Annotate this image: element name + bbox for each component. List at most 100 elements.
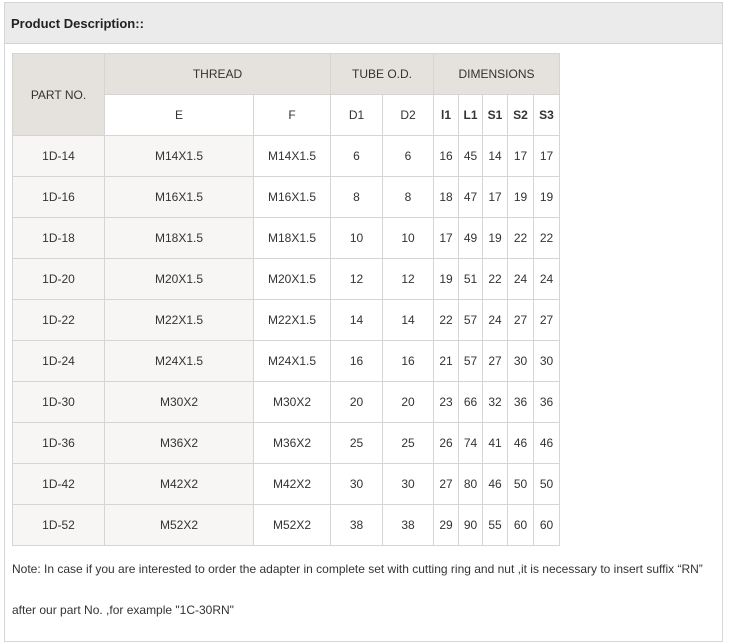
table-row: 1D-42 M42X2 M42X2 30 30 27 80 46 50 50: [12, 463, 560, 505]
s3-cell: 46: [533, 422, 560, 464]
part-no-cell: 1D-42: [12, 463, 105, 505]
note-line-2: after our part No. ,for example "1C-30RN…: [12, 603, 234, 617]
d2-cell: 30: [382, 463, 434, 505]
s2-cell: 36: [507, 381, 534, 423]
table-row: 1D-16 M16X1.5 M16X1.5 8 8 18 47 17 19 19: [12, 176, 560, 218]
section-header: Product Description::: [5, 3, 722, 44]
thread-e-cell: M42X2: [104, 463, 254, 505]
d2-cell: 14: [382, 299, 434, 341]
s2-cell: 30: [507, 340, 534, 382]
thread-e-cell: M52X2: [104, 504, 254, 546]
s3-cell: 36: [533, 381, 560, 423]
s1-cell: 46: [482, 463, 508, 505]
d1-cell: 10: [330, 217, 383, 259]
d2-cell: 25: [382, 422, 434, 464]
s3-cell: 30: [533, 340, 560, 382]
d1-cell: 14: [330, 299, 383, 341]
d2-cell: 12: [382, 258, 434, 300]
s1-cell: 19: [482, 217, 508, 259]
part-no-cell: 1D-18: [12, 217, 105, 259]
s1-cell: 22: [482, 258, 508, 300]
part-no-cell: 1D-30: [12, 381, 105, 423]
d1-cell: 12: [330, 258, 383, 300]
l1-upper-cell: 90: [458, 504, 483, 546]
thread-f-cell: M42X2: [253, 463, 331, 505]
header-thread: THREAD: [104, 53, 331, 95]
thread-f-cell: M36X2: [253, 422, 331, 464]
thread-f-cell: M30X2: [253, 381, 331, 423]
part-no-cell: 1D-52: [12, 504, 105, 546]
s1-cell: 14: [482, 135, 508, 177]
l1-lower-cell: 18: [433, 176, 459, 218]
l1-upper-cell: 45: [458, 135, 483, 177]
d1-cell: 30: [330, 463, 383, 505]
part-no-cell: 1D-14: [12, 135, 105, 177]
l1-upper-cell: 74: [458, 422, 483, 464]
s3-cell: 60: [533, 504, 560, 546]
thread-e-cell: M36X2: [104, 422, 254, 464]
thread-f-cell: M18X1.5: [253, 217, 331, 259]
d2-cell: 10: [382, 217, 434, 259]
part-no-cell: 1D-24: [12, 340, 105, 382]
d1-cell: 8: [330, 176, 383, 218]
l1-lower-cell: 21: [433, 340, 459, 382]
subheader-d1: D1: [330, 94, 383, 136]
part-no-cell: 1D-16: [12, 176, 105, 218]
l1-upper-cell: 51: [458, 258, 483, 300]
table-row: 1D-22 M22X1.5 M22X1.5 14 14 22 57 24 27 27: [12, 299, 560, 341]
subheader-l1-upper: L1: [458, 94, 483, 136]
d1-cell: 16: [330, 340, 383, 382]
s2-cell: 50: [507, 463, 534, 505]
l1-lower-cell: 19: [433, 258, 459, 300]
l1-lower-cell: 22: [433, 299, 459, 341]
subheader-f: F: [253, 94, 331, 136]
d2-cell: 20: [382, 381, 434, 423]
l1-lower-cell: 16: [433, 135, 459, 177]
table-row: 1D-14 M14X1.5 M14X1.5 6 6 16 45 14 17 17: [12, 135, 560, 177]
table-header-row: PART NO. THREAD TUBE O.D. DIMENSIONS: [12, 53, 560, 136]
d2-cell: 16: [382, 340, 434, 382]
s3-cell: 27: [533, 299, 560, 341]
s1-cell: 27: [482, 340, 508, 382]
l1-upper-cell: 57: [458, 299, 483, 341]
thread-e-cell: M20X1.5: [104, 258, 254, 300]
subheader-d2: D2: [382, 94, 434, 136]
d2-cell: 8: [382, 176, 434, 218]
thread-e-cell: M18X1.5: [104, 217, 254, 259]
thread-e-cell: M16X1.5: [104, 176, 254, 218]
thread-f-cell: M16X1.5: [253, 176, 331, 218]
thread-e-cell: M30X2: [104, 381, 254, 423]
s3-cell: 50: [533, 463, 560, 505]
thread-f-cell: M52X2: [253, 504, 331, 546]
l1-upper-cell: 47: [458, 176, 483, 218]
part-no-cell: 1D-36: [12, 422, 105, 464]
l1-lower-cell: 17: [433, 217, 459, 259]
section-title: Product Description::: [11, 15, 144, 31]
part-no-cell: 1D-22: [12, 299, 105, 341]
thread-f-cell: M20X1.5: [253, 258, 331, 300]
subheader-l1-lower: l1: [433, 94, 459, 136]
s3-cell: 22: [533, 217, 560, 259]
subheader-e: E: [104, 94, 254, 136]
s2-cell: 60: [507, 504, 534, 546]
subheader-s2: S2: [507, 94, 534, 136]
table-row: 1D-30 M30X2 M30X2 20 20 23 66 32 36 36: [12, 381, 560, 423]
thread-f-cell: M14X1.5: [253, 135, 331, 177]
s1-cell: 32: [482, 381, 508, 423]
l1-upper-cell: 80: [458, 463, 483, 505]
s2-cell: 27: [507, 299, 534, 341]
subheader-s1: S1: [482, 94, 508, 136]
d1-cell: 38: [330, 504, 383, 546]
s1-cell: 24: [482, 299, 508, 341]
s1-cell: 55: [482, 504, 508, 546]
table-row: 1D-24 M24X1.5 M24X1.5 16 16 21 57 27 30 30: [12, 340, 560, 382]
note-line-1: Note: In case if you are interested to o…: [12, 562, 703, 576]
l1-upper-cell: 66: [458, 381, 483, 423]
l1-lower-cell: 26: [433, 422, 459, 464]
l1-lower-cell: 29: [433, 504, 459, 546]
l1-upper-cell: 57: [458, 340, 483, 382]
s2-cell: 24: [507, 258, 534, 300]
d1-cell: 6: [330, 135, 383, 177]
table-row: 1D-20 M20X1.5 M20X1.5 12 12 19 51 22 24 24: [12, 258, 560, 300]
spec-table: PART NO. THREAD TUBE O.D. DIMENSIONS E F…: [12, 53, 560, 546]
